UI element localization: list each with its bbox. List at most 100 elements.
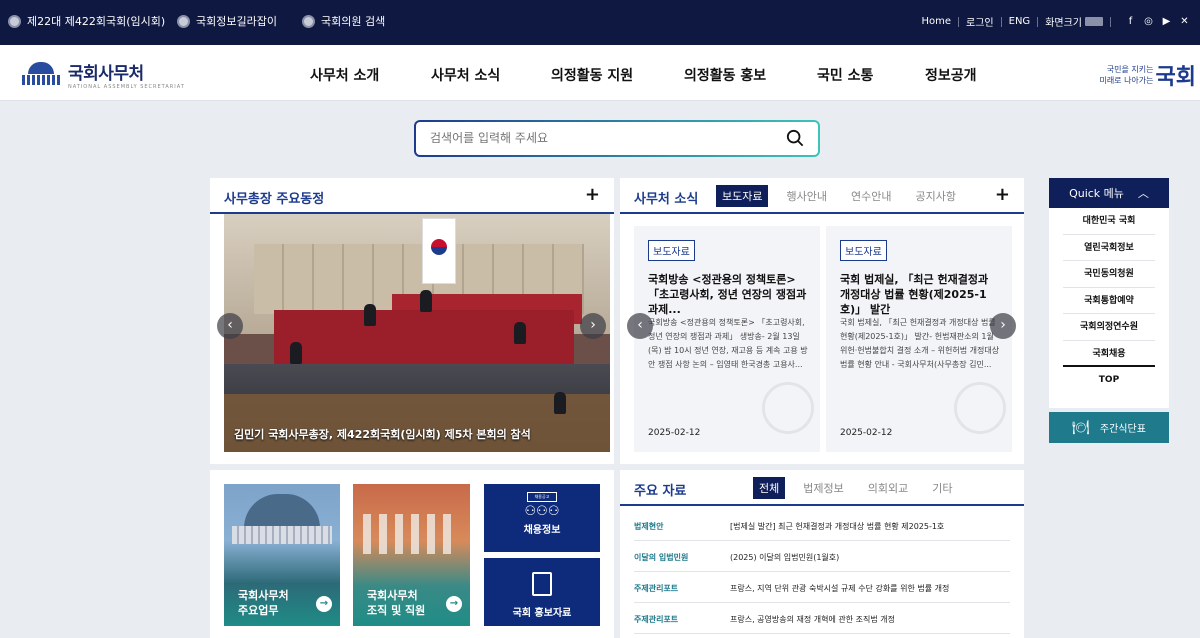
- quick-menu-title: Quick 메뉴: [1069, 187, 1124, 200]
- item-title: (2025) 이달의 입법민원(1월호): [730, 553, 840, 562]
- member-search-link[interactable]: 국회의원 검색: [302, 13, 385, 29]
- dome-image: [244, 494, 320, 528]
- search-input[interactable]: [430, 122, 770, 153]
- plenary-session-photo[interactable]: 김민기 국회사무총장, 제422회국회(임시회) 제5차 본회의 참석: [224, 214, 610, 452]
- nav-disclosure[interactable]: 정보공개: [925, 65, 977, 85]
- arrow-right-icon[interactable]: →: [446, 596, 462, 612]
- next-arrow-icon[interactable]: ›: [990, 313, 1016, 339]
- news-panel: 사무처 소식 보도자료 행사안내 연수안내 공지사항 + 보도자료 국회방송 <…: [620, 178, 1024, 464]
- tab-diplomacy[interactable]: 의회외교: [862, 477, 914, 499]
- slogan-line1: 국민을 지키는: [1106, 65, 1154, 74]
- tiles-panel: 국회사무처 주요업무 → 국회사무처 조직 및 직원 → 채용공고 ⚇⚇⚇ 채용정보…: [210, 470, 614, 638]
- news-card[interactable]: 보도자료 국회 법제실, 「최근 헌재결정과 개정대상 법률 현황(제2025-…: [826, 226, 1012, 452]
- tile-jobs[interactable]: 채용공고 ⚇⚇⚇ 채용정보: [484, 484, 600, 552]
- photo-person: [364, 304, 376, 326]
- x-icon[interactable]: ✕: [1179, 16, 1190, 27]
- press-badge: 보도자료: [648, 240, 695, 261]
- quick-menu-header[interactable]: Quick 메뉴 ︿: [1049, 178, 1169, 208]
- tab-training[interactable]: 연수안내: [845, 185, 897, 207]
- assembly-seal-icon: [302, 14, 315, 28]
- prev-arrow-icon[interactable]: ‹: [627, 313, 653, 339]
- nav-about[interactable]: 사무처 소개: [310, 65, 379, 85]
- login-link[interactable]: 로그인: [966, 14, 994, 29]
- zoom-toggle-icon[interactable]: [1085, 17, 1103, 26]
- info-guide-label: 국회정보길라잡이: [196, 15, 277, 28]
- photo-dais: [274, 310, 574, 368]
- tab-all[interactable]: 전체: [753, 477, 786, 499]
- nav-communication[interactable]: 국민 소통: [817, 65, 873, 85]
- materials-panel-header: 주요 자료 전체 법제정보 의회외교 기타: [620, 470, 1024, 506]
- english-link[interactable]: ENG: [1009, 16, 1031, 27]
- youtube-icon[interactable]: ▶: [1161, 16, 1172, 27]
- tile-organization[interactable]: 국회사무처 조직 및 직원 →: [353, 484, 470, 626]
- tab-etc[interactable]: 기타: [926, 477, 958, 499]
- divider: [1037, 16, 1039, 27]
- quick-item-petition[interactable]: 국민동의청원: [1063, 261, 1155, 288]
- news-title: 사무처 소식: [634, 192, 699, 207]
- quick-item-assembly[interactable]: 대한민국 국회: [1063, 208, 1155, 235]
- quick-item-recruit[interactable]: 국회채용: [1063, 341, 1155, 367]
- utility-links: Home 로그인 ENG 화면크기 f ◎ ▶ ✕: [921, 14, 1190, 29]
- nav-news[interactable]: 사무처 소식: [431, 65, 500, 85]
- home-link[interactable]: Home: [921, 16, 951, 27]
- search-icon[interactable]: [786, 129, 804, 147]
- chevron-up-icon[interactable]: ︿: [1138, 185, 1149, 201]
- quick-item-reservation[interactable]: 국회통합예약: [1063, 288, 1155, 314]
- prev-arrow-icon[interactable]: ‹: [217, 313, 243, 339]
- item-category: 법제현안: [634, 522, 664, 531]
- session-link[interactable]: 제22대 제422회국회(임시회): [8, 13, 165, 29]
- item-title: [법제실 발간] 최근 헌재결정과 개정대상 법률 현황 제2025-1호: [730, 522, 945, 531]
- slogan-big: 국회: [1155, 65, 1196, 90]
- session-label: 제22대 제422회국회(임시회): [27, 15, 166, 28]
- photo-person: [420, 290, 432, 312]
- tile-main-work[interactable]: 국회사무처 주요업무 →: [224, 484, 340, 626]
- tab-events[interactable]: 행사안내: [780, 185, 832, 207]
- booklet-icon: [532, 572, 552, 596]
- secgen-panel-header: 사무총장 주요동정 +: [210, 178, 614, 214]
- tab-notices[interactable]: 공지사항: [909, 185, 961, 207]
- quick-item-open-info[interactable]: 열린국회정보: [1063, 235, 1155, 261]
- list-item[interactable]: 주제관리포트 프랑스, 공영방송의 재정 개혁에 관한 조직법 개정: [634, 603, 1010, 634]
- top-button[interactable]: TOP: [1049, 375, 1169, 385]
- card-title: 국회방송 <정관용의 정책토론> 「초고령사회, 정년 연장의 쟁점과 과제..…: [648, 273, 807, 316]
- assembly-seal-icon: [177, 14, 190, 28]
- card-date: 2025-02-12: [840, 428, 893, 438]
- photo-caption: 김민기 국회사무총장, 제422회국회(임시회) 제5차 본회의 참석: [234, 428, 531, 441]
- more-plus-icon[interactable]: +: [585, 186, 600, 204]
- materials-title: 주요 자료: [634, 484, 687, 499]
- card-body: 국회방송 <정관용의 정책토론> 「초고령사회, 정년 연장의 쟁점과 과제」 …: [648, 318, 808, 369]
- weekly-menu-label: 주간식단표: [1099, 424, 1146, 435]
- arrow-right-icon[interactable]: →: [316, 596, 332, 612]
- building-image: [232, 526, 332, 544]
- list-item[interactable]: 주제관리포트 프랑스, 지역 단위 관광 숙박시설 규제 수단 강화를 위한 법…: [634, 572, 1010, 603]
- item-category: 주제관리포트: [634, 615, 679, 624]
- news-tabs: 보도자료 행사안내 연수안내 공지사항: [716, 185, 974, 207]
- korean-flag: [422, 218, 456, 284]
- zoom-control[interactable]: 화면크기: [1045, 14, 1103, 29]
- materials-tabs: 전체 법제정보 의회외교 기타: [753, 477, 970, 499]
- more-plus-icon[interactable]: +: [995, 186, 1010, 204]
- weekly-menu-button[interactable]: 🍽 주간식단표: [1049, 412, 1169, 443]
- nav-promotion[interactable]: 의정활동 홍보: [684, 65, 766, 85]
- info-guide-link[interactable]: 국회정보길라잡이: [177, 13, 277, 29]
- nav-support[interactable]: 의정활동 지원: [551, 65, 633, 85]
- quick-item-training[interactable]: 국회의정연수원: [1063, 314, 1155, 341]
- zoom-label: 화면크기: [1045, 18, 1082, 29]
- search-box: [414, 120, 820, 157]
- instagram-icon[interactable]: ◎: [1143, 16, 1154, 27]
- tile-pr-materials[interactable]: 국회 홍보자료: [484, 558, 600, 626]
- slogan-logo: 국민을 지키는 미래로 나아가는 국회: [1099, 59, 1196, 91]
- press-badge: 보도자료: [840, 240, 887, 261]
- tab-press[interactable]: 보도자료: [716, 185, 769, 207]
- list-item[interactable]: 법제현안 [법제실 발간] 최근 헌재결정과 개정대상 법률 현황 제2025-…: [634, 510, 1010, 541]
- news-panel-header: 사무처 소식 보도자료 행사안내 연수안내 공지사항 +: [620, 178, 1024, 214]
- next-arrow-icon[interactable]: ›: [580, 313, 606, 339]
- tab-legal-info[interactable]: 법제정보: [797, 477, 849, 499]
- list-item[interactable]: 이달의 입법민원 (2025) 이달의 입법민원(1월호): [634, 541, 1010, 572]
- news-card[interactable]: 보도자료 국회방송 <정관용의 정책토론> 「초고령사회, 정년 연장의 쟁점과…: [634, 226, 820, 452]
- people-group-icon: ⚇⚇⚇: [524, 504, 560, 519]
- assembly-building-icon: [20, 61, 62, 88]
- facebook-icon[interactable]: f: [1125, 16, 1136, 27]
- site-logo[interactable]: 국회사무처 NATIONAL ASSEMBLY SECRETARIAT: [20, 59, 185, 90]
- tile-label-line2: 주요업무: [238, 604, 279, 617]
